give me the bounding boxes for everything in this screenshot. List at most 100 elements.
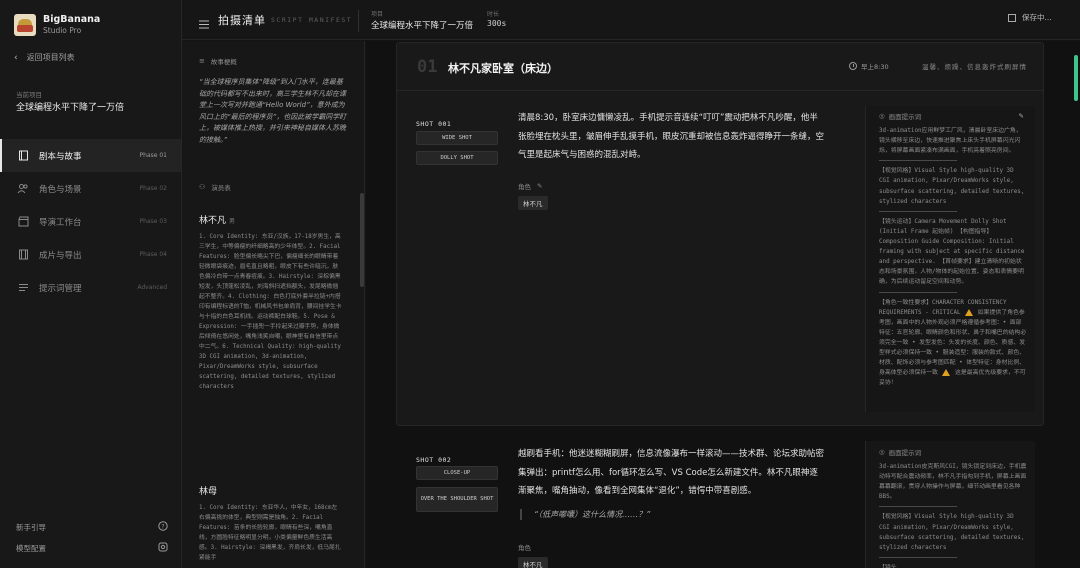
text-icon: ≡ xyxy=(199,57,205,65)
brand-subtitle: Studio Pro xyxy=(43,26,82,35)
synopsis-text: “当全球程序员集体“降级”到入门水平，连最基础的代码都写不出来时，高三学生林不凡… xyxy=(199,78,347,144)
camera-angle-chip[interactable]: OVER THE SHOULDER SHOT xyxy=(416,487,498,512)
sidebar: BigBanana Studio Pro ‹ 返回项目列表 当前项目 全球编程水… xyxy=(0,0,182,568)
back-to-projects-link[interactable]: ‹ 返回项目列表 xyxy=(14,52,75,63)
dialogue-quote: “（低声嘟囔）这什么情况……？” xyxy=(520,509,650,520)
shot-number: SHOT 002 xyxy=(416,456,452,464)
shot-type-chip[interactable]: CLOSE-UP xyxy=(416,466,498,480)
duration-field-label: 时长 xyxy=(487,11,500,18)
synopsis-title: 故事梗概 xyxy=(210,58,237,66)
help-icon: ? xyxy=(158,521,168,533)
save-icon xyxy=(1008,13,1016,22)
role-label-text: 角色 xyxy=(518,544,531,552)
users-icon: ⚇ xyxy=(199,183,206,191)
brand[interactable]: BigBanana Studio Pro xyxy=(14,14,100,36)
role-chip[interactable]: 林不凡 xyxy=(518,196,548,210)
synopsis-header: ≡ 故事梗概 xyxy=(199,56,237,66)
cast-header: ⚇ 演员表 xyxy=(199,182,231,192)
character-tag: 男 xyxy=(229,218,236,225)
settings-icon xyxy=(158,542,168,554)
users-icon xyxy=(17,183,29,195)
sidebar-item-label: 剧本与故事 xyxy=(39,151,82,162)
camera-move-chip[interactable]: DOLLY SHOT xyxy=(416,151,498,165)
character-name: 林不凡 xyxy=(199,216,227,226)
shot-type-chip[interactable]: WIDE SHOT xyxy=(416,131,498,145)
prompt-title: 画面提示词 xyxy=(888,113,922,121)
current-project-label: 当前项目 xyxy=(16,91,42,99)
main-scrollbar[interactable] xyxy=(1074,55,1078,101)
prompt-title: 画面提示词 xyxy=(888,449,922,457)
character-description: 1. Core Identity: 东亚/汉族，17-18岁男生，高三学生，中等… xyxy=(199,234,342,390)
image-icon: ◎ xyxy=(879,448,885,456)
sidebar-item-phase: Phase 01 xyxy=(139,152,167,159)
role-chip[interactable]: 林不凡 xyxy=(518,557,548,568)
image-icon: ◎ xyxy=(879,112,885,120)
script-scrollbar[interactable] xyxy=(360,193,364,287)
clock-icon xyxy=(849,62,857,70)
header-divider xyxy=(358,10,359,32)
shot-action-text[interactable]: 越刷看手机：他迷迷糊糊刷屏，信息流像瀑布一样滚动——技术群、论坛求助帖密集弹出：… xyxy=(518,445,826,501)
model-config-label: 模型配置 xyxy=(16,543,46,553)
save-status-label: 保存中... xyxy=(1022,13,1052,22)
cast-title: 演员表 xyxy=(211,184,231,192)
shot-number: SHOT 001 xyxy=(416,120,452,128)
character-card[interactable]: 林不凡男 1. Core Identity: 东亚/汉族，17-18岁男生，高三… xyxy=(199,208,343,454)
sidebar-item-label: 成片与导出 xyxy=(39,250,82,261)
role-label-text: 角色 xyxy=(518,183,531,191)
sidebar-item-phase: Phase 02 xyxy=(139,185,167,192)
prompt-header: ◎ 画面提示词 xyxy=(879,447,921,457)
sidebar-item-phase: Advanced xyxy=(137,284,167,291)
sidebar-item-label: 导演工作台 xyxy=(39,217,82,228)
character-description: 1. Core Identity: 东亚华人，中年女，168cm左右偏高挑的体型… xyxy=(199,505,341,561)
model-config-button[interactable]: 模型配置 xyxy=(16,542,168,554)
sidebar-nav: 剧本与故事 Phase 01 角色与场景 Phase 02 导演工作台 Phas… xyxy=(0,139,181,304)
sidebar-item-characters[interactable]: 角色与场景 Phase 02 xyxy=(0,172,181,205)
project-field-label: 项目 xyxy=(371,11,384,18)
shot-action-text[interactable]: 清晨8:30，卧室床边慵懒凌乱。手机提示音连续“叮叮”震动把林不凡吵醒，他半张脸… xyxy=(518,109,826,165)
warning-icon xyxy=(965,308,974,316)
project-field-value: 全球编程水平下降了一万倍 xyxy=(371,21,474,31)
clapperboard-icon xyxy=(17,216,29,228)
sidebar-item-phase: Phase 03 xyxy=(139,218,167,225)
prompt-text[interactable]: 3d-animation应用鲜梦工厂风，清晨卧室床边广角，镜头横移至床边，快速推… xyxy=(879,126,1027,408)
book-icon xyxy=(17,150,29,162)
scene-number: 01 xyxy=(417,57,438,77)
svg-text:?: ? xyxy=(161,523,164,530)
onboarding-guide-button[interactable]: 新手引导 ? xyxy=(16,521,168,533)
edit-icon[interactable]: ✎ xyxy=(1019,112,1024,120)
sidebar-item-prompts[interactable]: 提示词管理 Advanced xyxy=(0,271,181,304)
onboarding-guide-label: 新手引导 xyxy=(16,522,46,532)
list-icon xyxy=(17,282,29,294)
prompt-panel: ◎ 画面提示词 ✎ 3d-animation应用鲜梦工厂风，清晨卧室床边广角，镜… xyxy=(865,106,1035,412)
sidebar-item-export[interactable]: 成片与导出 Phase 04 xyxy=(0,238,181,271)
character-card[interactable]: 林母 1. Core Identity: 东亚华人，中年女，168cm左右偏高挑… xyxy=(199,479,343,568)
chevron-left-icon: ‹ xyxy=(14,52,18,63)
sidebar-item-label: 提示词管理 xyxy=(39,283,82,294)
top-header: 拍摄清单 SCRIPT MANIFEST 项目 全球编程水平下降了一万倍 时长 … xyxy=(182,0,1080,40)
character-name: 林母 xyxy=(199,487,218,497)
brand-name: BigBanana xyxy=(43,14,101,25)
page-subtitle: SCRIPT MANIFEST xyxy=(271,16,353,24)
role-label: 角色 xyxy=(518,542,531,552)
film-icon xyxy=(17,249,29,261)
prompt-text[interactable]: 3d-animation皮克斯风CGI，镜头锁定到床边，手机震动特写配合震动频率… xyxy=(879,462,1027,568)
sidebar-item-script[interactable]: 剧本与故事 Phase 01 xyxy=(0,139,181,172)
back-link-label: 返回项目列表 xyxy=(26,53,75,62)
menu-icon[interactable] xyxy=(199,14,209,33)
scene-time: 早上8:30 xyxy=(849,61,889,71)
scene-title: 林不凡家卧室（床边） xyxy=(448,62,558,75)
prompt-header: ◎ 画面提示词 ✎ xyxy=(879,111,1024,121)
app-window: BigBanana Studio Pro ‹ 返回项目列表 当前项目 全球编程水… xyxy=(0,0,1080,568)
script-panel: ≡ 故事梗概 “当全球程序员集体“降级”到入门水平，连最基础的代码都写不出来时，… xyxy=(182,41,365,568)
sidebar-item-phase: Phase 04 xyxy=(139,251,167,258)
shot-label: SHOT 001 xyxy=(416,111,451,130)
sidebar-item-director[interactable]: 导演工作台 Phase 03 xyxy=(0,205,181,238)
page-title: 拍摄清单 xyxy=(218,14,266,27)
current-project-name: 全球编程水平下降了一万倍 xyxy=(16,103,125,113)
role-label: 角色 ✎ xyxy=(518,181,542,191)
prompt-panel: ◎ 画面提示词 3d-animation皮克斯风CGI，镜头锁定到床边，手机震动… xyxy=(865,441,1035,568)
shot-label: SHOT 002 xyxy=(416,447,451,466)
scene-style: 温馨、烦躁、信息轰炸式刷屏情 xyxy=(922,63,1027,71)
edit-icon[interactable]: ✎ xyxy=(537,182,542,190)
duration-field-value: 300s xyxy=(487,19,507,28)
